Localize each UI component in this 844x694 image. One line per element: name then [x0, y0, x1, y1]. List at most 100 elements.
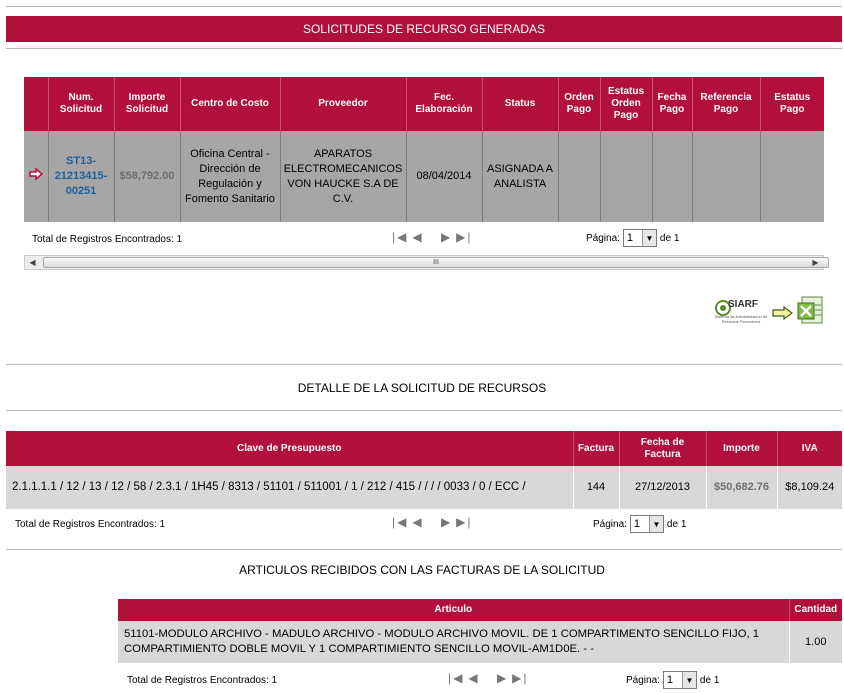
cell-referencia-pago: [692, 131, 761, 222]
pager-nav: |◀ ◀ ▶ ▶|: [448, 671, 533, 685]
page-of: de 1: [666, 518, 687, 530]
scroll-left-icon[interactable]: ◀: [25, 256, 40, 269]
pager-nav: |◀ ◀ ▶ ▶|: [392, 230, 477, 244]
scroll-thumb[interactable]: III: [43, 257, 829, 268]
section-title-detalle: DETALLE DE LA SOLICITUD DE RECURSOS: [297, 381, 547, 395]
cell-factura: 144: [573, 466, 620, 509]
table-row[interactable]: 51101-MODULO ARCHIVO - MADULO ARCHIVO - …: [118, 621, 842, 663]
solicitud-link[interactable]: ST13-21213415-00251: [55, 155, 108, 197]
pager: Total de Registros Encontrados: 1 |◀ ◀ ▶ ▶…: [0, 671, 844, 691]
last-page-icon[interactable]: ▶|: [456, 515, 472, 529]
header-importe[interactable]: Importe Solicitud: [114, 77, 181, 131]
page-selector: Página: 1 ▼ de 1: [593, 515, 686, 533]
siarf-logo: SIARF Sistema de Administración de Recur…: [711, 296, 771, 330]
page-label: Página:: [586, 232, 620, 244]
next-page-icon[interactable]: ▶: [441, 230, 452, 244]
excel-export-icon[interactable]: [796, 295, 826, 327]
cell-estatus-orden-pago: [600, 131, 653, 222]
table-row[interactable]: 2.1.1.1.1 / 12 / 13 / 12 / 58 / 2.3.1 / …: [6, 466, 842, 509]
cell-centro-costo: Oficina Central - Dirección de Regulació…: [180, 131, 281, 222]
header-fecha-factura[interactable]: Fecha de Factura: [619, 431, 707, 466]
next-page-icon[interactable]: ▶: [441, 515, 452, 529]
cell-fecha-factura: 27/12/2013: [619, 466, 707, 509]
first-page-icon[interactable]: |◀: [448, 671, 464, 685]
cell-importe: $50,682.76: [706, 466, 778, 509]
header-num-solicitud[interactable]: Num. Solicitud: [48, 77, 115, 131]
horizontal-scrollbar[interactable]: ◀ III ▶: [24, 255, 829, 270]
page-selector: Página: 1 ▼ de 1: [626, 671, 719, 689]
arrow-right-icon: [772, 306, 793, 320]
divider: [6, 364, 842, 365]
cell-fecha-pago: [652, 131, 693, 222]
header-clave-presupuesto[interactable]: Clave de Presupuesto: [6, 431, 574, 466]
header-estatus-pago[interactable]: Estatus Pago: [760, 77, 824, 131]
page-label: Página:: [626, 674, 660, 686]
header-iva[interactable]: IVA: [777, 431, 842, 466]
cell-clave-presupuesto: 2.1.1.1.1 / 12 / 13 / 12 / 58 / 2.3.1 / …: [6, 466, 574, 509]
header-estatus-orden-pago[interactable]: Estatus Orden Pago: [600, 77, 653, 131]
table-header-row: Num. Solicitud Importe Solicitud Centro …: [24, 77, 824, 131]
header-orden-pago[interactable]: Orden Pago: [558, 77, 601, 131]
total-records: Total de Registros Encontrados: 1: [15, 519, 166, 530]
last-page-icon[interactable]: ▶|: [456, 230, 472, 244]
table-header-row: Clave de Presupuesto Factura Fecha de Fa…: [6, 431, 842, 466]
page-selector: Página: 1 ▼ de 1: [586, 229, 679, 247]
cell-proveedor: APARATOS ELECTROMECANICOS VON HAUCKE S.A…: [280, 131, 407, 222]
page-select[interactable]: 1 ▼: [662, 671, 697, 689]
prev-page-icon[interactable]: ◀: [412, 515, 423, 529]
scroll-right-icon[interactable]: ▶: [808, 256, 823, 269]
cell-iva: $8,109.24: [777, 466, 842, 509]
cell-articulo: 51101-MODULO ARCHIVO - MADULO ARCHIVO - …: [118, 621, 790, 663]
chevron-down-icon[interactable]: ▼: [681, 672, 696, 688]
header-centro-costo[interactable]: Centro de Costo: [180, 77, 281, 131]
divider: [6, 410, 842, 411]
page-label: Página:: [593, 518, 627, 530]
first-page-icon[interactable]: |◀: [392, 515, 408, 529]
pager: Total de Registros Encontrados: 1 |◀ ◀ ▶ ▶…: [0, 229, 844, 250]
total-records: Total de Registros Encontrados: 1: [32, 234, 183, 245]
cell-estatus-pago: [760, 131, 824, 222]
cell-num-solicitud[interactable]: ST13-21213415-00251: [48, 131, 115, 222]
header-referencia-pago[interactable]: Referencia Pago: [692, 77, 761, 131]
header-fec-elaboracion[interactable]: Fec. Elaboración: [406, 77, 483, 131]
solicitudes-table: Num. Solicitud Importe Solicitud Centro …: [24, 77, 824, 222]
page-select[interactable]: 1 ▼: [629, 515, 664, 533]
page-of: de 1: [699, 674, 720, 686]
prev-page-icon[interactable]: ◀: [412, 230, 423, 244]
header-proveedor[interactable]: Proveedor: [280, 77, 407, 131]
cell-importe: $58,792.00: [114, 131, 181, 222]
divider: [6, 6, 842, 7]
next-page-icon[interactable]: ▶: [497, 671, 508, 685]
divider: [6, 48, 842, 49]
page-select[interactable]: 1 ▼: [622, 229, 657, 247]
header-status[interactable]: Status: [482, 77, 559, 131]
header-importe[interactable]: Importe: [706, 431, 778, 466]
last-page-icon[interactable]: ▶|: [512, 671, 528, 685]
cell-fec-elaboracion: 08/04/2014: [406, 131, 483, 222]
total-records: Total de Registros Encontrados: 1: [127, 675, 278, 686]
cell-orden-pago: [558, 131, 601, 222]
cell-cantidad: 1.00: [789, 621, 842, 663]
arrow-right-icon[interactable]: [29, 168, 43, 180]
divider: [6, 549, 842, 550]
table-header-row: Articulo Cantidad: [118, 599, 842, 621]
articulos-table: Articulo Cantidad 51101-MODULO ARCHIVO -…: [118, 599, 842, 663]
section-title-articulos: ARTICULOS RECIBIDOS CON LAS FACTURAS DE …: [239, 563, 605, 577]
header-cantidad[interactable]: Cantidad: [789, 599, 842, 621]
header-articulo[interactable]: Articulo: [118, 599, 790, 621]
prev-page-icon[interactable]: ◀: [468, 671, 479, 685]
chevron-down-icon[interactable]: ▼: [641, 230, 656, 246]
row-select-cell[interactable]: [24, 131, 49, 222]
header-select: [24, 77, 49, 131]
detalle-table: Clave de Presupuesto Factura Fecha de Fa…: [6, 431, 842, 509]
page-of: de 1: [659, 232, 680, 244]
table-row[interactable]: ST13-21213415-00251 $58,792.00 Oficina C…: [24, 131, 824, 222]
header-fecha-pago[interactable]: Fecha Pago: [652, 77, 693, 131]
pager-nav: |◀ ◀ ▶ ▶|: [392, 515, 477, 529]
chevron-down-icon[interactable]: ▼: [648, 516, 663, 532]
cell-status: ASIGNADA A ANALISTA: [482, 131, 559, 222]
pager: Total de Registros Encontrados: 1 |◀ ◀ ▶ ▶…: [0, 515, 844, 535]
first-page-icon[interactable]: |◀: [392, 230, 408, 244]
header-factura[interactable]: Factura: [573, 431, 620, 466]
section-title-solicitudes: SOLICITUDES DE RECURSO GENERADAS: [6, 16, 842, 42]
